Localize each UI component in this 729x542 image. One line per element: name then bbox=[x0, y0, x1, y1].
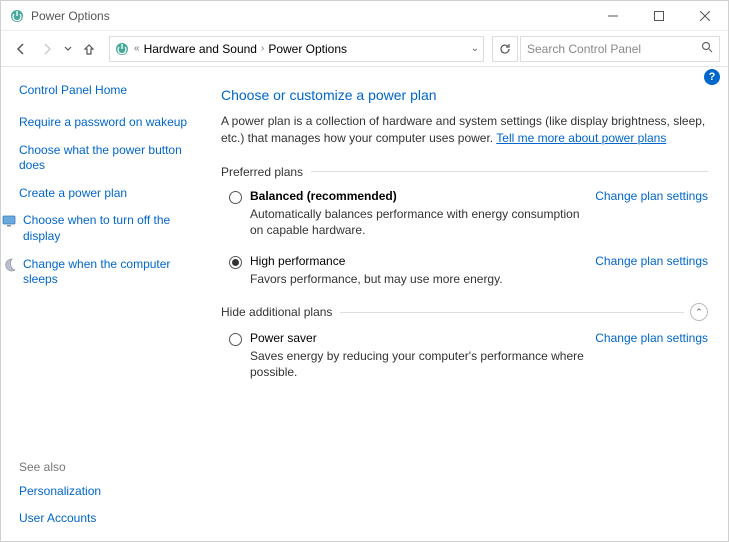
plan-name[interactable]: High performance bbox=[250, 254, 585, 268]
plan-name[interactable]: Power saver bbox=[250, 331, 585, 345]
hide-additional-plans-header[interactable]: Hide additional plans ⌃ bbox=[221, 303, 708, 321]
display-icon bbox=[1, 213, 17, 229]
up-button[interactable] bbox=[77, 37, 101, 61]
sidebar: Control Panel Home Require a password on… bbox=[1, 67, 211, 541]
change-plan-settings-link[interactable]: Change plan settings bbox=[595, 189, 708, 203]
breadcrumb-prefix: « bbox=[134, 43, 140, 54]
intro-text: A power plan is a collection of hardware… bbox=[221, 113, 708, 147]
plan-name[interactable]: Balanced (recommended) bbox=[250, 189, 585, 203]
see-also-personalization[interactable]: Personalization bbox=[19, 484, 201, 500]
window-controls bbox=[590, 1, 728, 31]
breadcrumb[interactable]: « Hardware and Sound › Power Options ⌄ bbox=[109, 36, 484, 62]
back-button[interactable] bbox=[9, 37, 33, 61]
radio-power-saver[interactable] bbox=[229, 333, 242, 346]
plan-power-saver: Power saver Saves energy by reducing you… bbox=[221, 331, 708, 380]
breadcrumb-item[interactable]: Power Options bbox=[268, 42, 347, 56]
maximize-button[interactable] bbox=[636, 1, 682, 31]
sidebar-link-create-plan[interactable]: Create a power plan bbox=[19, 186, 201, 202]
titlebar: Power Options bbox=[1, 1, 728, 31]
close-button[interactable] bbox=[682, 1, 728, 31]
search-icon bbox=[701, 41, 713, 56]
forward-button[interactable] bbox=[35, 37, 59, 61]
sidebar-link-require-password[interactable]: Require a password on wakeup bbox=[19, 115, 201, 131]
plan-balanced: Balanced (recommended) Automatically bal… bbox=[221, 189, 708, 238]
help-icon[interactable]: ? bbox=[704, 69, 720, 85]
plan-description: Saves energy by reducing your computer's… bbox=[250, 348, 585, 380]
see-also-header: See also bbox=[19, 460, 201, 474]
sidebar-link-computer-sleeps[interactable]: Change when the computer sleeps bbox=[19, 257, 201, 288]
main-content: ? Choose or customize a power plan A pow… bbox=[211, 67, 728, 541]
breadcrumb-item[interactable]: Hardware and Sound bbox=[144, 42, 257, 56]
power-options-icon bbox=[9, 8, 25, 24]
change-plan-settings-link[interactable]: Change plan settings bbox=[595, 331, 708, 345]
chevron-up-icon[interactable]: ⌃ bbox=[690, 303, 708, 321]
page-heading: Choose or customize a power plan bbox=[221, 87, 708, 103]
moon-icon bbox=[1, 257, 17, 273]
plan-description: Favors performance, but may use more ene… bbox=[250, 271, 585, 287]
sidebar-link-power-button[interactable]: Choose what the power button does bbox=[19, 143, 201, 174]
sidebar-link-turn-off-display[interactable]: Choose when to turn off the display bbox=[19, 213, 201, 244]
radio-high-performance[interactable] bbox=[229, 256, 242, 269]
search-input[interactable]: Search Control Panel bbox=[520, 36, 720, 62]
window-title: Power Options bbox=[31, 9, 590, 23]
navigation-bar: « Hardware and Sound › Power Options ⌄ S… bbox=[1, 31, 728, 67]
plan-description: Automatically balances performance with … bbox=[250, 206, 585, 238]
learn-more-link[interactable]: Tell me more about power plans bbox=[496, 131, 666, 145]
preferred-plans-header: Preferred plans bbox=[221, 165, 708, 179]
plan-high-performance: High performance Favors performance, but… bbox=[221, 254, 708, 287]
breadcrumb-dropdown[interactable]: ⌄ bbox=[471, 43, 479, 54]
search-placeholder: Search Control Panel bbox=[527, 42, 701, 56]
chevron-right-icon: › bbox=[261, 43, 264, 54]
change-plan-settings-link[interactable]: Change plan settings bbox=[595, 254, 708, 268]
see-also-user-accounts[interactable]: User Accounts bbox=[19, 511, 201, 527]
recent-locations-button[interactable] bbox=[61, 37, 75, 61]
refresh-button[interactable] bbox=[492, 36, 518, 62]
minimize-button[interactable] bbox=[590, 1, 636, 31]
power-options-icon bbox=[114, 41, 130, 57]
control-panel-home-link[interactable]: Control Panel Home bbox=[19, 83, 201, 97]
radio-balanced[interactable] bbox=[229, 191, 242, 204]
